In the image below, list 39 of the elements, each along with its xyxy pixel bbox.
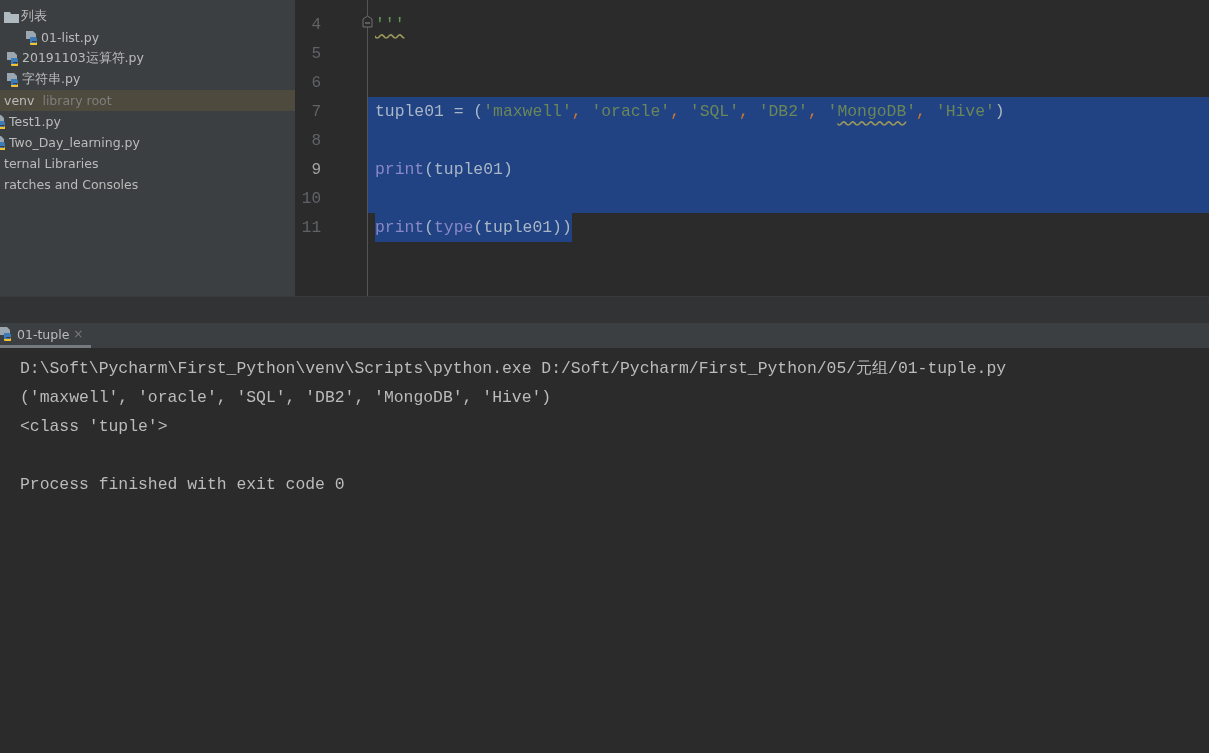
console-line: <class 'tuple'> [20, 416, 169, 438]
project-tree-item[interactable]: Test1.py [0, 111, 295, 132]
line-number: 6 [311, 73, 321, 92]
project-tree-item[interactable]: 字符串.py [0, 69, 295, 90]
python-file-icon [5, 50, 20, 67]
line-number: 5 [311, 44, 321, 63]
file-name: 20191103运算符.py [22, 50, 144, 67]
file-name: ternal Libraries [4, 156, 99, 171]
file-name: 字符串.py [22, 71, 81, 88]
fold-marker-icon[interactable] [362, 15, 373, 28]
folder-icon [4, 10, 19, 23]
python-file-icon [24, 29, 39, 46]
python-file-icon [5, 71, 20, 88]
python-file-icon [0, 326, 13, 342]
file-name: 01-list.py [41, 30, 100, 45]
project-tree-item[interactable]: 列表 [0, 6, 295, 27]
line-number: 10 [301, 189, 321, 208]
project-tree-item[interactable]: 01-list.py [0, 27, 295, 48]
file-name: venv [4, 93, 35, 108]
project-tree-item[interactable]: Two_Day_learning.py [0, 132, 295, 153]
file-name: 列表 [21, 8, 47, 25]
console-line: D:\Soft\Pycharm\First_Python\venv\Scripts\python.exe D:/Soft/Pycharm/First_Python/05/元组/01-tuple.py [20, 358, 1008, 380]
line-number: 11 [301, 218, 321, 237]
project-tree-item[interactable]: 20191103运算符.py [0, 48, 295, 69]
console-line: Process finished with exit code 0 [20, 474, 346, 496]
line-number: 4 [311, 15, 321, 34]
root-hint: library root [42, 93, 112, 108]
tab-label: 01-tuple [17, 326, 70, 342]
project-tree-item[interactable]: ternal Libraries [0, 153, 295, 174]
console-line: ('maxwell', 'oracle', 'SQL', 'DB2', 'MongoDB', 'Hive') [20, 387, 553, 409]
file-name: Test1.py [9, 114, 61, 129]
line-number: 7 [311, 102, 321, 121]
code-line: ''' [375, 14, 405, 36]
line-number: 8 [311, 131, 321, 150]
file-name: ratches and Consoles [4, 177, 139, 192]
project-tree-item[interactable]: venv library root [0, 90, 295, 111]
file-name: Two_Day_learning.py [9, 135, 140, 150]
project-tree-item[interactable]: ratches and Consoles [0, 174, 295, 195]
line-number: 9 [311, 160, 321, 179]
